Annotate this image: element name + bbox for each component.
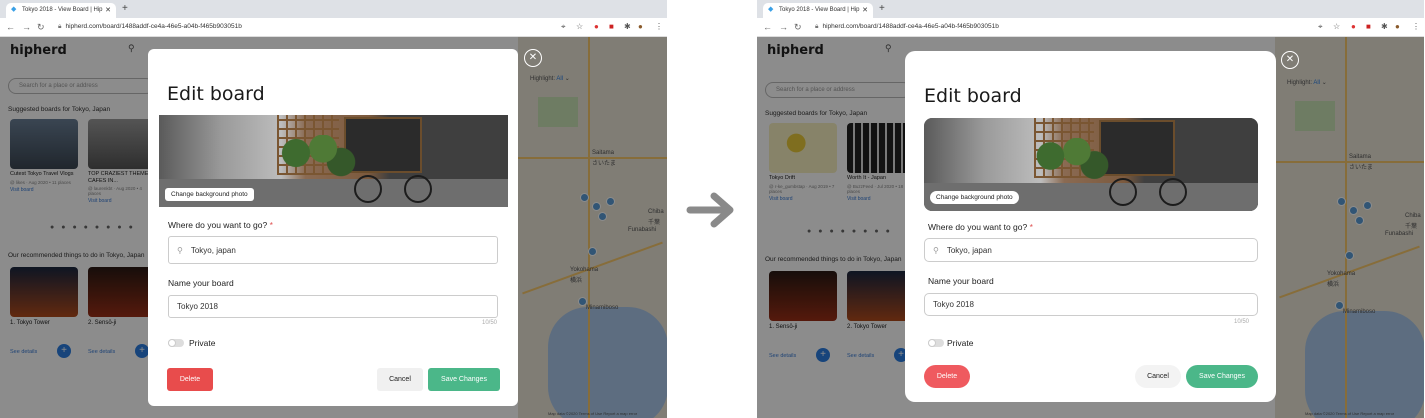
board-name-value: Tokyo 2018: [177, 302, 218, 311]
location-icon[interactable]: ⌖: [1318, 22, 1323, 32]
star-bookmark-icon[interactable]: ☆: [576, 22, 583, 31]
reload-icon[interactable]: ↻: [794, 22, 802, 33]
save-changes-button[interactable]: Save Changes: [1186, 365, 1258, 388]
change-background-button[interactable]: Change background photo: [165, 188, 254, 201]
after-screenshot: ◆ Tokyo 2018 - View Board | Hip ✕ + ← → …: [757, 0, 1424, 418]
extension-icon[interactable]: ●: [1351, 22, 1356, 31]
forward-arrow-icon[interactable]: →: [22, 22, 31, 32]
tab-close-icon[interactable]: ✕: [105, 6, 111, 14]
char-counter: 10/50: [482, 320, 498, 326]
board-name-input[interactable]: Tokyo 2018: [924, 293, 1258, 316]
kebab-menu-icon[interactable]: ⋮: [1412, 22, 1420, 31]
new-tab-button[interactable]: +: [122, 3, 128, 14]
save-changes-button[interactable]: Save Changes: [428, 368, 500, 391]
close-modal-icon[interactable]: ✕: [524, 49, 542, 67]
forward-arrow-icon[interactable]: →: [779, 22, 788, 32]
search-icon: ⚲: [933, 245, 939, 255]
modal-title: Edit board: [924, 85, 1022, 107]
destination-value: Tokyo, japan: [190, 245, 236, 255]
private-label: Private: [947, 338, 974, 348]
tab-close-icon[interactable]: ✕: [862, 6, 868, 14]
private-toggle[interactable]: [168, 339, 184, 347]
photo-bike-wheel: [404, 175, 432, 203]
extension-icon[interactable]: ●: [594, 22, 599, 31]
search-icon: ⚲: [177, 245, 183, 255]
photo-plants: [269, 135, 359, 180]
board-name-value: Tokyo 2018: [933, 300, 974, 309]
modal-title: Edit board: [167, 83, 265, 105]
browser-address-bar: ← → ↻ 🔒︎ hipherd.com/board/1488addf-ce4a-…: [0, 18, 667, 37]
back-arrow-icon[interactable]: ←: [6, 22, 15, 32]
change-background-button[interactable]: Change background photo: [930, 191, 1019, 204]
edit-board-modal: Edit board Change background photo Where…: [148, 49, 518, 406]
back-arrow-icon[interactable]: ←: [763, 22, 772, 32]
photo-bike-wheel: [1109, 178, 1137, 206]
destination-label: Where do you want to go? *: [168, 220, 273, 230]
board-name-input[interactable]: Tokyo 2018: [168, 295, 498, 318]
browser-address-bar: ← → ↻ 🔒︎ hipherd.com/board/1488addf-ce4a-…: [757, 18, 1424, 37]
tab-title: Tokyo 2018 - View Board | Hip: [22, 7, 103, 13]
new-tab-button[interactable]: +: [879, 3, 885, 14]
cancel-button[interactable]: Cancel: [377, 368, 423, 391]
location-icon[interactable]: ⌖: [561, 22, 566, 32]
char-counter: 10/50: [1234, 319, 1250, 325]
puzzle-extensions-icon[interactable]: ✱: [624, 22, 631, 31]
edit-board-modal: Edit board Change background photo Where…: [905, 51, 1276, 402]
puzzle-extensions-icon[interactable]: ✱: [1381, 22, 1388, 31]
browser-tab[interactable]: ◆ Tokyo 2018 - View Board | Hip ✕: [763, 3, 873, 18]
close-modal-icon[interactable]: ✕: [1281, 51, 1299, 69]
hipherd-favicon-icon: ◆: [768, 6, 774, 13]
photo-bike-wheel: [1159, 178, 1187, 206]
cancel-button[interactable]: Cancel: [1135, 365, 1181, 388]
photo-bike-wheel: [354, 175, 382, 203]
reload-icon[interactable]: ↻: [37, 22, 45, 33]
private-toggle[interactable]: [928, 339, 944, 347]
board-name-label: Name your board: [168, 278, 234, 288]
delete-button[interactable]: Delete: [924, 365, 970, 388]
url-field[interactable]: 🔒︎ hipherd.com/board/1488addf-ce4a-46e5-a…: [815, 23, 999, 31]
extension-badge-icon[interactable]: ■: [609, 22, 614, 31]
board-background-photo: Change background photo: [924, 118, 1258, 211]
browser-tab-strip: ◆ Tokyo 2018 - View Board | Hip ✕ +: [757, 0, 1424, 18]
destination-label: Where do you want to go? *: [928, 222, 1033, 232]
before-screenshot: ◆ Tokyo 2018 - View Board | Hip ✕ + ← → …: [0, 0, 667, 418]
url-field[interactable]: 🔒︎ hipherd.com/board/1488addf-ce4a-46e5-a…: [58, 23, 242, 31]
hipherd-favicon-icon: ◆: [11, 6, 17, 13]
board-name-label: Name your board: [928, 276, 994, 286]
photo-plants: [1024, 138, 1112, 183]
url-text: hipherd.com/board/1488addf-ce4a-46e5-a04…: [822, 23, 999, 30]
transition-arrow-icon: [686, 192, 734, 228]
lock-icon: 🔒︎: [815, 23, 819, 30]
tab-title: Tokyo 2018 - View Board | Hip: [779, 7, 860, 13]
destination-input[interactable]: ⚲ Tokyo, japan: [168, 236, 498, 264]
url-text: hipherd.com/board/1488addf-ce4a-46e5-a04…: [65, 23, 242, 30]
kebab-menu-icon[interactable]: ⋮: [655, 22, 663, 31]
private-label: Private: [189, 338, 216, 348]
destination-input[interactable]: ⚲ Tokyo, japan: [924, 238, 1258, 262]
star-bookmark-icon[interactable]: ☆: [1333, 22, 1340, 31]
browser-tab-strip: ◆ Tokyo 2018 - View Board | Hip ✕ +: [0, 0, 667, 18]
delete-button[interactable]: Delete: [167, 368, 213, 391]
profile-avatar-icon[interactable]: ●: [1395, 22, 1400, 31]
lock-icon: 🔒︎: [58, 23, 62, 30]
board-background-photo: Change background photo: [159, 115, 508, 207]
extension-badge-icon[interactable]: ■: [1366, 22, 1371, 31]
profile-avatar-icon[interactable]: ●: [638, 22, 643, 31]
browser-tab[interactable]: ◆ Tokyo 2018 - View Board | Hip ✕: [6, 3, 116, 18]
destination-value: Tokyo, japan: [946, 245, 992, 255]
